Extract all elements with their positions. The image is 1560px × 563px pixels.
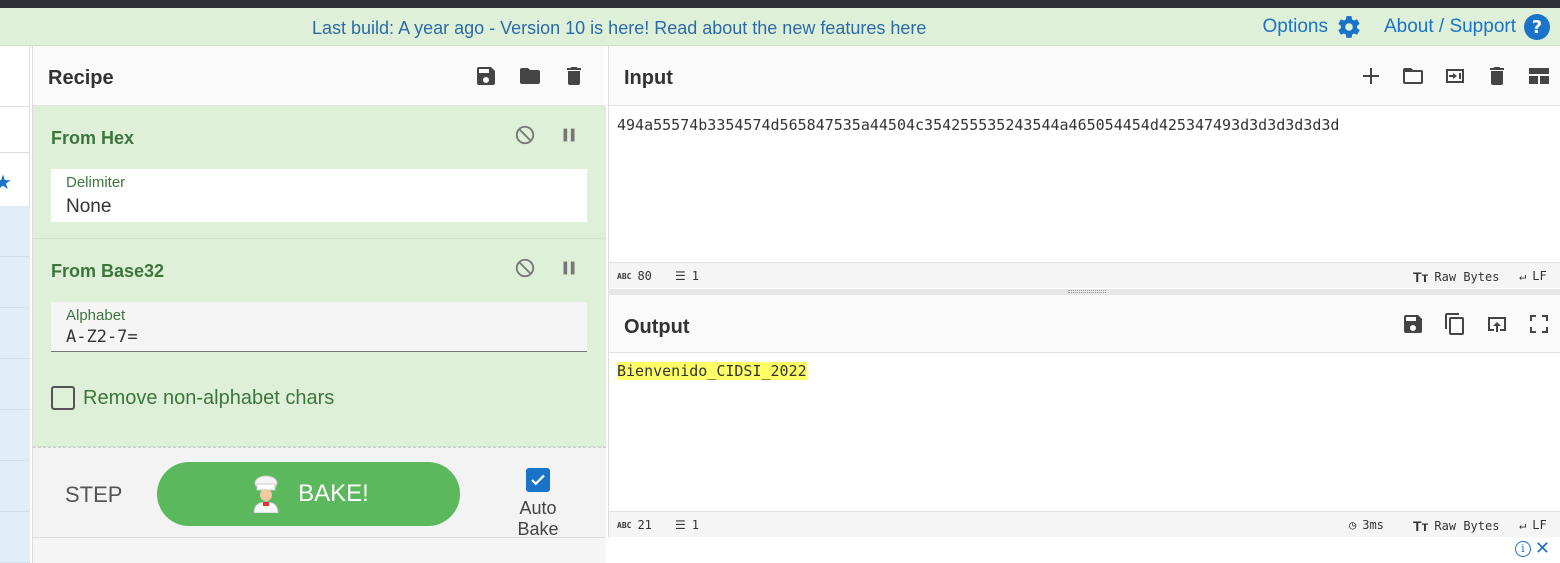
recipe-header: Recipe xyxy=(33,46,605,106)
abc-icon: ABC xyxy=(617,271,632,281)
bake-label: BAKE! xyxy=(298,480,369,507)
operation-from-hex[interactable]: From Hex Delimiter None xyxy=(33,106,606,239)
output-length: ABC 21 xyxy=(617,518,652,532)
return-arrow-icon: ↵ xyxy=(1519,269,1527,283)
field-label: Alphabet xyxy=(66,307,126,324)
input-encoding[interactable]: Tт Raw Bytes xyxy=(1413,269,1499,285)
banner-link[interactable]: here xyxy=(890,18,926,38)
auto-bake-label: Auto Bake xyxy=(517,498,559,539)
divider xyxy=(0,106,30,107)
drag-handle[interactable] xyxy=(1068,290,1106,293)
input-status-bar: ABC 80 ☰ 1 Tт Raw Bytes ↵ LF xyxy=(609,262,1560,288)
output-header: Output xyxy=(609,295,1560,353)
input-textarea[interactable]: 494a55574b3354574d565847535a44504c354255… xyxy=(617,116,1339,134)
list-item[interactable] xyxy=(0,308,30,359)
ad-info-icon[interactable]: i xyxy=(1514,540,1531,557)
input-length: ABC 80 xyxy=(617,269,652,283)
input-panel: Input 494a55574b3354574d565847535a44504c… xyxy=(608,46,1560,289)
input-lines: ☰ 1 xyxy=(675,269,699,283)
output-eol[interactable]: ↵ LF xyxy=(1519,518,1547,532)
load-recipe-folder-icon[interactable] xyxy=(517,63,543,89)
recipe-title: Recipe xyxy=(48,67,114,89)
list-item[interactable] xyxy=(0,461,30,512)
options-link[interactable]: Options xyxy=(1262,14,1361,40)
output-encoding[interactable]: Tт Raw Bytes xyxy=(1413,518,1499,534)
delimiter-field[interactable]: Delimiter None xyxy=(51,169,587,222)
add-tab-plus-icon[interactable] xyxy=(1358,63,1384,89)
text-type-icon: Tт xyxy=(1413,269,1429,285)
clear-recipe-trash-icon[interactable] xyxy=(561,63,587,89)
open-file-icon[interactable] xyxy=(1442,63,1468,89)
output-panel: Output Bienvenido_CIDSI_2022 ABC 21 ☰ 1 ◷ 3… xyxy=(608,295,1560,537)
pause-breakpoint-icon[interactable] xyxy=(558,124,580,146)
chef-icon xyxy=(253,475,279,513)
disable-operation-icon[interactable] xyxy=(514,124,536,146)
replace-input-with-output-icon[interactable] xyxy=(1484,311,1510,337)
checkbox-label: Remove non-alphabet chars xyxy=(83,386,335,409)
operation-title: From Hex xyxy=(51,128,135,148)
input-header: Input xyxy=(609,46,1560,106)
output-title: Output xyxy=(624,316,690,338)
recipe-footer xyxy=(33,537,606,563)
window-top-bar xyxy=(0,0,1560,8)
list-item[interactable] xyxy=(0,359,30,410)
operations-list xyxy=(0,206,30,563)
open-folder-icon[interactable] xyxy=(1400,63,1426,89)
checkmark-icon xyxy=(531,474,545,486)
text-type-icon: Tт xyxy=(1413,518,1429,534)
remove-non-alphabet-checkbox[interactable] xyxy=(51,386,75,410)
lines-icon: ☰ xyxy=(675,518,686,532)
remove-non-alphabet-checkbox-row[interactable]: Remove non-alphabet chars xyxy=(51,386,334,410)
operations-panel: ★ xyxy=(0,46,30,563)
gear-icon xyxy=(1338,16,1360,38)
help-icon: ? xyxy=(1524,14,1550,40)
auto-bake-checkbox[interactable] xyxy=(526,468,550,492)
favourites-star-icon[interactable]: ★ xyxy=(0,170,12,195)
alphabet-field[interactable]: Alphabet A-Z2-7= xyxy=(51,302,587,352)
banner-message: Last build: A year ago - Version 10 is h… xyxy=(312,18,927,38)
ad-strip xyxy=(608,537,1560,563)
save-recipe-icon[interactable] xyxy=(473,63,499,89)
auto-bake-toggle[interactable]: Auto Bake xyxy=(498,468,578,540)
return-arrow-icon: ↵ xyxy=(1519,518,1527,532)
bake-controls: STEP BAKE! Auto Bake xyxy=(33,447,606,540)
bake-time: ◷ 3ms xyxy=(1349,518,1384,532)
operation-from-base32[interactable]: From Base32 Alphabet A-Z2-7= Remove non-… xyxy=(33,239,606,447)
recipe-panel: Recipe From Hex Delimiter None From Base… xyxy=(32,46,606,563)
list-item[interactable] xyxy=(0,410,30,461)
clock-icon: ◷ xyxy=(1349,518,1357,532)
output-text: Bienvenido_CIDSI_2022 xyxy=(617,362,807,380)
clear-input-trash-icon[interactable] xyxy=(1484,63,1510,89)
output-status-bar: ABC 21 ☰ 1 ◷ 3ms Tт Raw Bytes ↵ LF xyxy=(609,511,1560,537)
output-lines: ☰ 1 xyxy=(675,518,699,532)
field-label: Delimiter xyxy=(66,174,126,191)
alphabet-value[interactable]: A-Z2-7= xyxy=(66,327,138,347)
list-item[interactable] xyxy=(0,512,30,563)
input-title: Input xyxy=(624,67,673,89)
list-item[interactable] xyxy=(0,257,30,308)
output-highlight: Bienvenido_CIDSI_2022 xyxy=(617,362,807,380)
about-support-link[interactable]: About / Support ? xyxy=(1384,14,1550,40)
divider xyxy=(0,152,30,153)
list-item[interactable] xyxy=(0,206,30,257)
notice-banner: Last build: A year ago - Version 10 is h… xyxy=(0,8,1560,46)
pause-breakpoint-icon[interactable] xyxy=(558,257,580,279)
abc-icon: ABC xyxy=(617,520,632,530)
ad-controls: i ✕ xyxy=(1514,538,1550,559)
delimiter-value[interactable]: None xyxy=(66,196,111,218)
step-button[interactable]: STEP xyxy=(65,482,122,508)
disable-operation-icon[interactable] xyxy=(514,257,536,279)
save-output-icon[interactable] xyxy=(1400,311,1426,337)
ad-close-icon[interactable]: ✕ xyxy=(1535,538,1550,559)
reset-layout-icon[interactable] xyxy=(1526,63,1552,89)
copy-output-icon[interactable] xyxy=(1442,311,1468,337)
maximise-output-icon[interactable] xyxy=(1526,311,1552,337)
lines-icon: ☰ xyxy=(675,269,686,283)
bake-button[interactable]: BAKE! xyxy=(157,462,460,526)
operation-title: From Base32 xyxy=(51,261,165,281)
input-eol[interactable]: ↵ LF xyxy=(1519,269,1547,283)
